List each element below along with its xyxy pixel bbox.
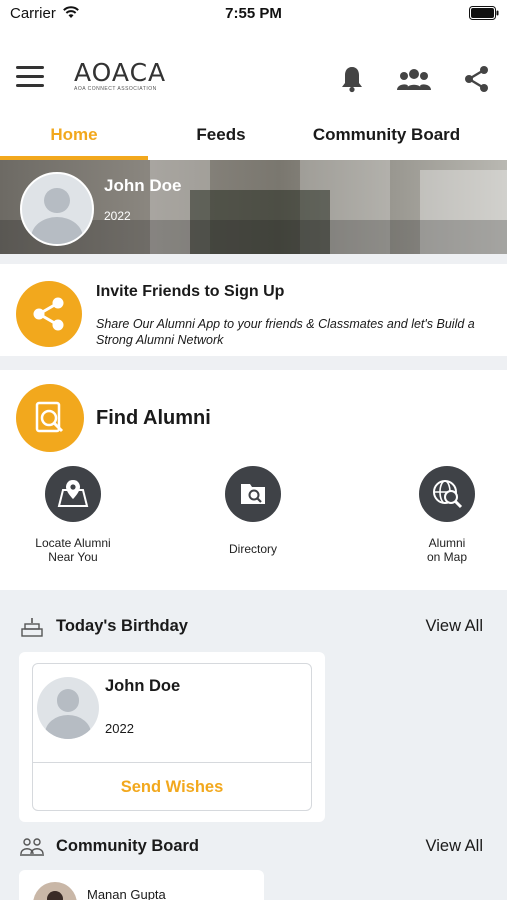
feature-label: Directory xyxy=(228,542,277,556)
community-title: Community Board xyxy=(56,837,200,855)
birthday-avatar[interactable] xyxy=(37,677,99,739)
send-wishes-button[interactable]: Send Wishes xyxy=(33,763,311,811)
section-divider xyxy=(0,356,507,370)
map-pin-icon xyxy=(45,466,101,522)
profile-banner[interactable]: John Doe 2022 xyxy=(0,160,507,254)
bell-icon[interactable] xyxy=(337,64,367,94)
find-alumni-title: Find Alumni xyxy=(96,407,211,429)
logo-title: AOACA xyxy=(74,58,167,87)
invite-share-icon xyxy=(16,281,82,347)
feature-alumni-on-map[interactable]: Alumni on Map xyxy=(387,466,507,564)
tab-community-board[interactable]: Community Board xyxy=(294,118,479,160)
invite-description: Share Our Alumni App to your friends & C… xyxy=(96,317,475,347)
post-author-avatar[interactable] xyxy=(33,882,77,900)
find-alumni-icon xyxy=(16,384,84,452)
menu-icon[interactable] xyxy=(16,66,46,92)
status-bar: Carrier 7:55 PM xyxy=(0,0,507,30)
birthday-person-name: John Doe xyxy=(105,677,181,695)
group-icon[interactable] xyxy=(397,64,431,94)
profile-year: 2022 xyxy=(104,209,131,223)
status-time: 7:55 PM xyxy=(225,5,282,22)
birthday-person-year: 2022 xyxy=(105,721,134,736)
logo-subtitle: AOA CONNECT ASSOCIATION xyxy=(74,86,157,92)
app-bar: AOACA AOA CONNECT ASSOCIATION xyxy=(0,46,507,114)
tab-bar: Home Feeds Community Board xyxy=(0,118,507,160)
birthday-header: Today's Birthday View All xyxy=(0,612,507,642)
share-icon[interactable] xyxy=(462,64,492,94)
section-divider xyxy=(0,254,507,264)
profile-name: John Doe xyxy=(104,176,182,195)
birthday-card-inner: John Doe 2022 Send Wishes xyxy=(32,663,312,811)
find-alumni-section: Find Alumni Locate Alumni Near You Direc… xyxy=(0,370,507,590)
tab-feeds[interactable]: Feeds xyxy=(148,118,294,160)
feature-directory[interactable]: Directory xyxy=(193,466,313,556)
birthday-view-all-link[interactable]: View All xyxy=(426,617,483,636)
birthday-card: John Doe 2022 Send Wishes xyxy=(19,652,325,822)
post-author-name: Manan Gupta xyxy=(87,887,166,900)
profile-avatar[interactable] xyxy=(20,172,94,246)
battery-icon xyxy=(469,6,499,20)
community-view-all-link[interactable]: View All xyxy=(426,837,483,856)
feature-label: Locate Alumni Near You xyxy=(35,536,111,564)
tab-home[interactable]: Home xyxy=(0,118,148,160)
feature-label: Alumni on Map xyxy=(426,536,468,564)
cake-icon xyxy=(21,618,43,637)
invite-card[interactable]: Invite Friends to Sign Up Share Our Alum… xyxy=(0,264,507,356)
feature-locate-near-you[interactable]: Locate Alumni Near You xyxy=(13,466,133,564)
globe-search-icon xyxy=(419,466,475,522)
community-icon xyxy=(20,838,44,856)
app-logo: AOACA AOA CONNECT ASSOCIATION xyxy=(74,58,167,96)
directory-search-icon xyxy=(225,466,281,522)
birthday-title: Today's Birthday xyxy=(56,617,188,635)
community-post-card[interactable]: Manan Gupta xyxy=(19,870,264,900)
invite-title: Invite Friends to Sign Up xyxy=(96,283,285,300)
community-header: Community Board View All xyxy=(0,832,507,862)
